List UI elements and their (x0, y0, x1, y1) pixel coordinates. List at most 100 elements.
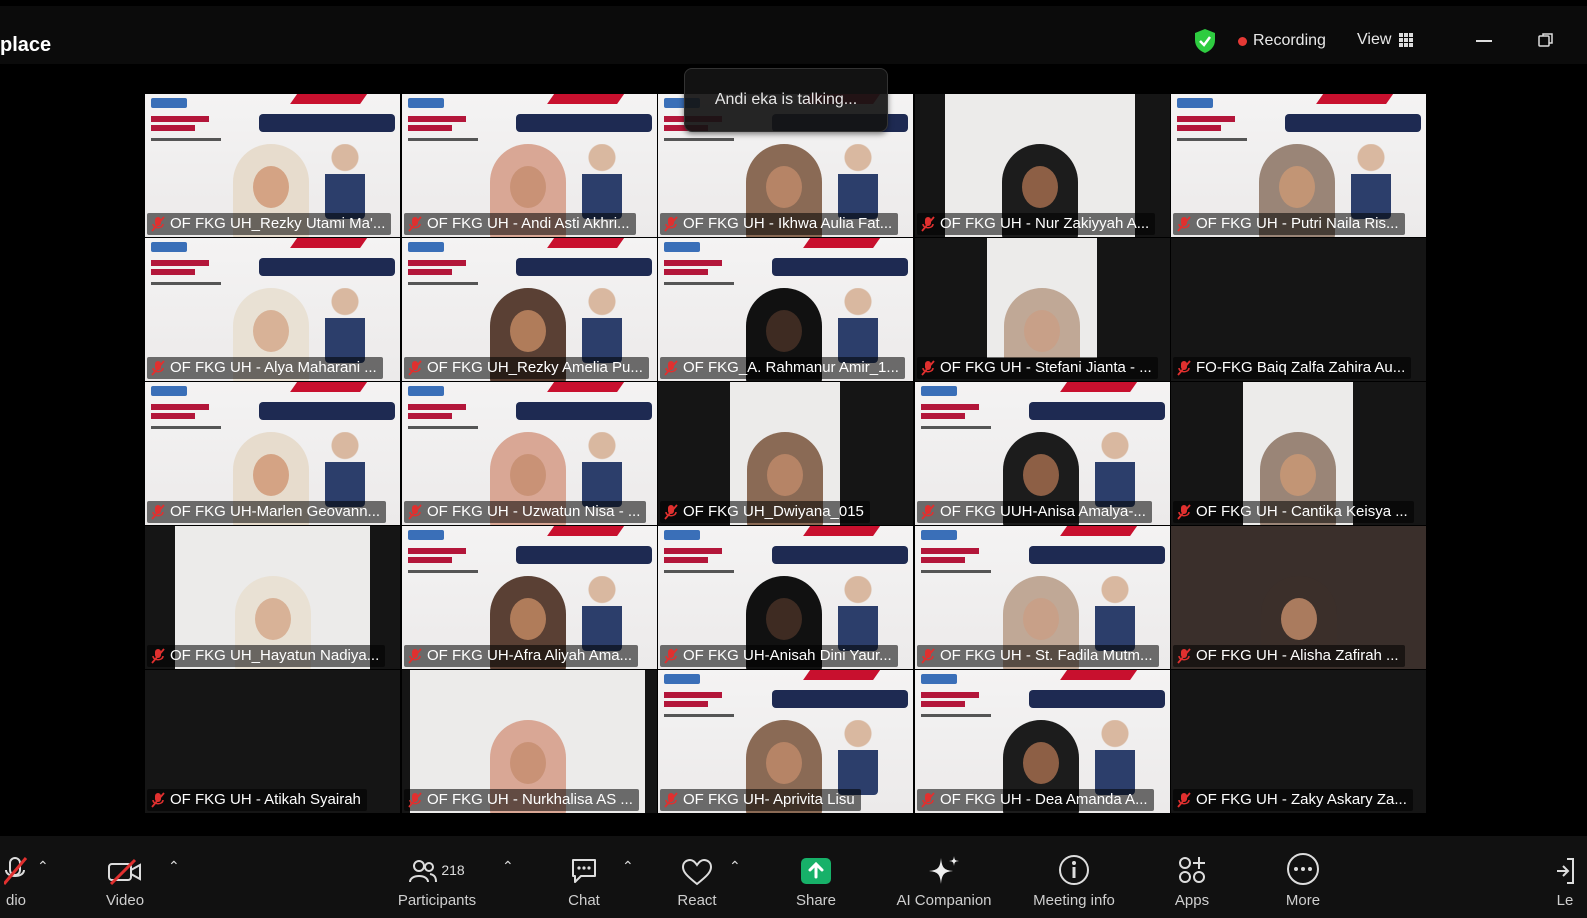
view-label: View (1357, 31, 1392, 48)
react-label: React (677, 892, 717, 909)
participant-tile[interactable]: OF FKG UH - Putri Naila Ris... (1171, 94, 1426, 237)
view-button[interactable]: View (1357, 31, 1414, 49)
share-screen-icon (801, 858, 831, 884)
audio-options-chevron-up-icon[interactable]: ⌃ (37, 858, 49, 875)
participant-name: OF FKG UH_Dwiyana_015 (683, 503, 864, 520)
more-label: More (1285, 892, 1321, 909)
microphone-muted-icon (408, 648, 422, 664)
participant-name-label: OF FKG UH_Hayatun Nadiya... (147, 645, 386, 667)
participant-tile[interactable]: OF FKG UH_Rezky Utami Ma'... (145, 94, 400, 237)
participant-name-label: OF FKG_A. Rahmanur Amir_1... (660, 357, 905, 379)
participant-name-label: FO-FKG Baiq Zalfa Zahira Au... (1173, 357, 1412, 379)
participant-name-label: OF FKG UH_Dwiyana_015 (660, 501, 870, 523)
participant-name-label: OF FKG UH - Atikah Syairah (147, 789, 367, 811)
participant-tile[interactable]: OF FKG UH - Alya Maharani ... (145, 238, 400, 381)
restore-window-icon[interactable] (1538, 32, 1554, 48)
encryption-shield-icon[interactable] (1193, 28, 1217, 54)
recording-label: Recording (1253, 32, 1326, 49)
participant-tile[interactable]: OF FKG UH-Anisah Dini Yaur... (658, 526, 913, 669)
participant-tile[interactable]: OF FKG UH_Rezky Amelia Pu... (402, 238, 657, 381)
minimize-icon[interactable] (1476, 40, 1492, 42)
participant-tile[interactable]: OF FKG UH-Marlen Geovann... (145, 382, 400, 525)
audio-button[interactable]: dio (0, 836, 36, 918)
participants-button[interactable]: 218 Participants (392, 836, 482, 918)
microphone-muted-icon (921, 360, 935, 376)
chat-icon (572, 859, 596, 883)
video-button[interactable]: Video (100, 836, 150, 918)
participant-tile[interactable]: OF FKG UH- Aprivita Lisu (658, 670, 913, 813)
meeting-info-button[interactable]: Meeting info (1022, 836, 1126, 918)
ai-sparkle-icon (929, 856, 959, 884)
participant-name: OF FKG UH - Atikah Syairah (170, 791, 361, 808)
leave-button[interactable]: Le (1548, 836, 1582, 918)
grid-view-icon (1399, 32, 1414, 48)
microphone-muted-icon (921, 648, 935, 664)
react-button[interactable]: React (673, 836, 721, 918)
participants-label: Participants (397, 892, 477, 909)
microphone-muted-icon (151, 504, 165, 520)
chat-button[interactable]: Chat (562, 836, 606, 918)
participant-name-label: OF FKG UH-Anisah Dini Yaur... (660, 645, 898, 667)
microphone-muted-icon (151, 360, 165, 376)
participant-tile[interactable]: OF FKG UH - Stefani Jianta - ... (915, 238, 1170, 381)
participants-options-chevron-up-icon[interactable]: ⌃ (502, 858, 514, 875)
participant-name: OF FKG_A. Rahmanur Amir_1... (683, 359, 899, 376)
microphone-muted-icon (4, 857, 28, 885)
participant-name: OF FKG UH-Anisah Dini Yaur... (683, 647, 892, 664)
participant-name: OF FKG UUH-Anisa Amalya-... (940, 503, 1146, 520)
participant-tile[interactable]: FO-FKG Baiq Zalfa Zahira Au... (1171, 238, 1426, 381)
participant-name-label: OF FKG UH - Alya Maharani ... (147, 357, 383, 379)
participant-name-label: OF FKG UH - St. Fadila Mutm... (917, 645, 1159, 667)
participant-tile[interactable]: OF FKG UH - Atikah Syairah (145, 670, 400, 813)
participant-name-label: OF FKG UH - Cantika Keisya ... (1173, 501, 1414, 523)
microphone-muted-icon (664, 360, 678, 376)
participant-tile[interactable]: OF FKG UH - Nurkhalisa AS ... (402, 670, 657, 813)
participant-name-label: OF FKG UUH-Anisa Amalya-... (917, 501, 1152, 523)
participant-name-label: OF FKG UH - Nur Zakiyyah A... (917, 213, 1156, 235)
participant-name-label: OF FKG UH_Rezky Amelia Pu... (404, 357, 649, 379)
participant-name: OF FKG UH - Ikhwa Aulia Fat... (683, 215, 893, 232)
participants-icon (409, 860, 438, 883)
participant-tile[interactable]: OF FKG UH-Afra Aliyah Ama... (402, 526, 657, 669)
microphone-muted-icon (151, 216, 165, 232)
participant-tile[interactable]: OF FKG UH - Cantika Keisya ... (1171, 382, 1426, 525)
participant-tile[interactable]: OF FKG UH - Zaky Askary Za... (1171, 670, 1426, 813)
ai-companion-button[interactable]: AI Companion (889, 836, 999, 918)
more-dots-icon (1287, 853, 1319, 885)
microphone-muted-icon (664, 792, 678, 808)
meeting-info-label: Meeting info (1033, 892, 1115, 909)
more-button[interactable]: More (1280, 836, 1326, 918)
participant-name: OF FKG UH - Nurkhalisa AS ... (427, 791, 633, 808)
participant-tile[interactable]: OF FKG_A. Rahmanur Amir_1... (658, 238, 913, 381)
participant-name: OF FKG UH - Alya Maharani ... (170, 359, 377, 376)
chat-options-chevron-up-icon[interactable]: ⌃ (622, 858, 634, 875)
video-options-chevron-up-icon[interactable]: ⌃ (168, 858, 180, 875)
participant-tile[interactable]: OF FKG UH - St. Fadila Mutm... (915, 526, 1170, 669)
participant-name: OF FKG UH_Rezky Utami Ma'... (170, 215, 386, 232)
participant-name-label: OF FKG UH-Afra Aliyah Ama... (404, 645, 639, 667)
participant-tile[interactable]: OF FKG UH - Uzwatun Nisa - ... (402, 382, 657, 525)
microphone-muted-icon (408, 360, 422, 376)
participant-name: OF FKG UH-Marlen Geovann... (170, 503, 381, 520)
participant-name: OF FKG UH - Uzwatun Nisa - ... (427, 503, 641, 520)
participant-name-label: OF FKG UH - Alisha Zafirah ... (1173, 645, 1405, 667)
microphone-muted-icon (1177, 648, 1191, 664)
participant-tile[interactable]: OF FKG UH - Nur Zakiyyah A... (915, 94, 1170, 237)
participant-tile[interactable]: OF FKG UH - Dea Amanda A... (915, 670, 1170, 813)
react-options-chevron-up-icon[interactable]: ⌃ (729, 858, 741, 875)
microphone-muted-icon (408, 792, 422, 808)
camera-frame (987, 238, 1097, 358)
share-button[interactable]: Share (792, 836, 840, 918)
apps-button[interactable]: Apps (1170, 836, 1214, 918)
participant-tile[interactable]: OF FKG UH_Hayatun Nadiya... (145, 526, 400, 669)
participant-tile[interactable]: OF FKG UUH-Anisa Amalya-... (915, 382, 1170, 525)
active-speaker-indicator: Andi eka is talking... (684, 68, 888, 132)
participant-name: OF FKG UH - Zaky Askary Za... (1196, 791, 1407, 808)
recording-indicator[interactable]: Recording (1238, 32, 1326, 50)
participant-tile[interactable]: OF FKG UH - Andi Asti Akhri... (402, 94, 657, 237)
participant-tile[interactable]: OF FKG UH_Dwiyana_015 (658, 382, 913, 525)
leave-label: Le (1556, 892, 1574, 909)
participant-name-label: OF FKG UH-Marlen Geovann... (147, 501, 387, 523)
participant-tile[interactable]: OF FKG UH - Alisha Zafirah ... (1171, 526, 1426, 669)
participant-name: OF FKG UH - St. Fadila Mutm... (940, 647, 1153, 664)
